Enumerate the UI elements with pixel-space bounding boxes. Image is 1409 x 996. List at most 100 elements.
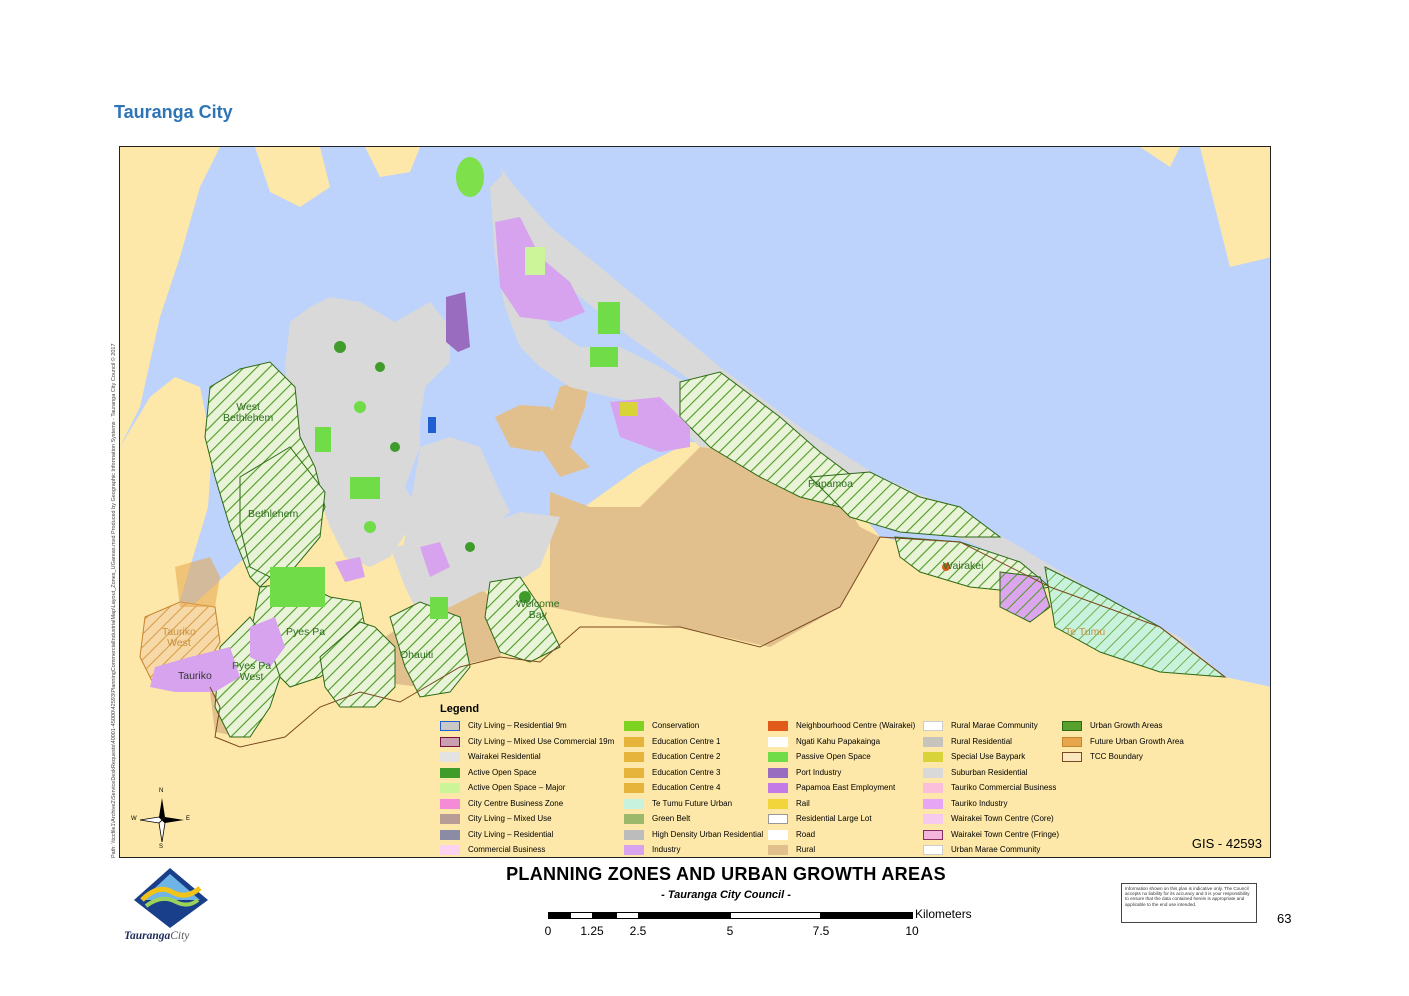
gis-reference: GIS - 42593	[1191, 836, 1262, 851]
legend-swatch	[768, 736, 788, 747]
legend-swatch	[624, 752, 644, 762]
legend-swatch	[440, 814, 460, 824]
legend-swatch	[768, 829, 788, 840]
legend-label: Wairakei Town Centre (Core)	[951, 814, 1054, 823]
legend-swatch	[768, 767, 788, 778]
legend-label: Rail	[796, 798, 810, 808]
disclaimer-box: Information shown on this plan is indica…	[1121, 883, 1257, 923]
legend-swatch	[440, 736, 460, 747]
legend-swatch	[440, 783, 460, 793]
compass-s: S	[159, 844, 164, 850]
scale-tick: 0	[544, 924, 552, 938]
scale-tick: 10	[905, 924, 919, 938]
legend-label: Education Centre 3	[652, 767, 721, 777]
legend-label: Rural Marae Community	[951, 721, 1038, 730]
legend-label: Active Open Space	[468, 767, 537, 777]
label-bethlehem: Bethlehem	[248, 508, 299, 520]
legend-label: Wairakei Residential	[468, 752, 541, 761]
legend-swatch	[440, 845, 460, 855]
legend-label: TCC Boundary	[1090, 752, 1143, 761]
logo-word: Tauranga	[124, 930, 171, 942]
legend-swatch	[624, 829, 644, 840]
legend-swatch	[768, 814, 788, 824]
legend-label: High Density Urban Residential	[652, 829, 764, 839]
legend-swatch	[923, 783, 943, 793]
legend-label: Residential Large Lot	[796, 814, 872, 823]
north-arrow-compass: N S E W	[131, 788, 190, 850]
legend-swatch	[440, 721, 460, 731]
scale-tick: 1.25	[580, 924, 604, 938]
legend-swatch	[923, 721, 943, 731]
legend-label: Rural	[796, 845, 816, 854]
legend-label: Ngati Kahu Papakainga	[796, 736, 881, 746]
legend-swatch	[768, 752, 788, 762]
legend-swatch	[1062, 721, 1082, 731]
legend-label: Active Open Space – Major	[468, 783, 566, 792]
legend-label: Papamoa East Employment	[796, 783, 896, 792]
legend-swatch	[624, 798, 644, 809]
legend-swatch	[923, 752, 943, 762]
legend-swatch	[768, 721, 788, 731]
legend-label: Education Centre 2	[652, 752, 721, 761]
legend-label: Future Urban Growth Area	[1090, 736, 1184, 746]
legend-swatch	[923, 798, 943, 809]
label-pyes-pa: Pyes Pa	[286, 626, 326, 638]
legend-label: City Living – Mixed Use Commercial 19m	[468, 736, 615, 746]
legend-label: Neighbourhood Centre (Wairakei)	[796, 721, 916, 730]
scale-tick: 5	[726, 924, 734, 938]
legend-swatch	[1062, 752, 1082, 762]
legend-label: Urban Growth Areas	[1090, 721, 1163, 730]
scale-unit: Kilometers	[915, 907, 972, 921]
legend-swatch	[624, 814, 644, 824]
legend-swatch	[440, 767, 460, 778]
logo-word2: City	[170, 930, 190, 942]
scale-tick: 7.5	[812, 924, 830, 938]
page-number: 63	[1277, 911, 1292, 926]
map-frame[interactable]: West Bethlehem Bethlehem Papamoa Wairake…	[119, 146, 1271, 858]
legend-label: Port Industry	[796, 767, 842, 777]
legend-swatch	[440, 752, 460, 762]
compass-n: N	[159, 788, 164, 794]
legend-swatch	[1062, 736, 1082, 747]
label-tauriko: Tauriko	[178, 670, 212, 682]
legend-label: City Living – Residential 9m	[468, 721, 567, 730]
legend-swatch	[440, 829, 460, 840]
legend-swatch	[624, 767, 644, 778]
label-welcome-bay: Welcome Bay	[516, 598, 560, 621]
scale-tick: 2.5	[629, 924, 647, 938]
compass-w: W	[131, 816, 137, 822]
legend-label: Urban Marae Community	[951, 845, 1041, 854]
legend-swatch	[768, 798, 788, 809]
legend-label: Green Belt	[652, 814, 691, 823]
legend-label: Tauriko Industry	[951, 798, 1008, 808]
legend-label: Special Use Baypark	[951, 752, 1026, 761]
legend-swatch	[923, 829, 943, 840]
label-papamoa: Papamoa	[808, 478, 853, 490]
legend-label: Road	[796, 829, 816, 839]
legend-swatch	[768, 783, 788, 793]
legend-swatch	[923, 736, 943, 747]
legend-swatch	[923, 767, 943, 778]
label-pyes-pa-west: Pyes Pa West	[232, 660, 272, 683]
legend-swatch	[624, 845, 644, 855]
legend-swatch	[624, 783, 644, 793]
legend-label: City Centre Business Zone	[468, 798, 564, 808]
legend-label: Suburban Residential	[951, 767, 1028, 777]
logo-wordmark: TaurangaCity	[124, 930, 189, 942]
legend-swatch	[923, 845, 943, 855]
map-path-credit: Path: \\tccfile1\Archive2\ServiceDeskReq…	[111, 343, 117, 859]
legend-label: Education Centre 4	[652, 783, 721, 792]
legend-label: Rural Residential	[951, 736, 1012, 746]
legend-swatch	[923, 814, 943, 824]
scale-bar	[548, 912, 918, 920]
legend-swatch	[440, 798, 460, 809]
city-centre-marker	[428, 417, 436, 433]
label-west-bethlehem: West Bethlehem	[223, 401, 274, 424]
legend-label: City Living – Mixed Use	[468, 814, 552, 823]
map-legend: Legend City Living – Residential 9m City …	[436, 699, 1259, 857]
legend-label: Commercial Business	[468, 845, 546, 854]
label-tauriko-west: Tauriko West	[162, 626, 196, 649]
legend-title: Legend	[440, 703, 480, 715]
legend-label: Education Centre 1	[652, 736, 721, 746]
legend-swatch	[624, 721, 644, 731]
